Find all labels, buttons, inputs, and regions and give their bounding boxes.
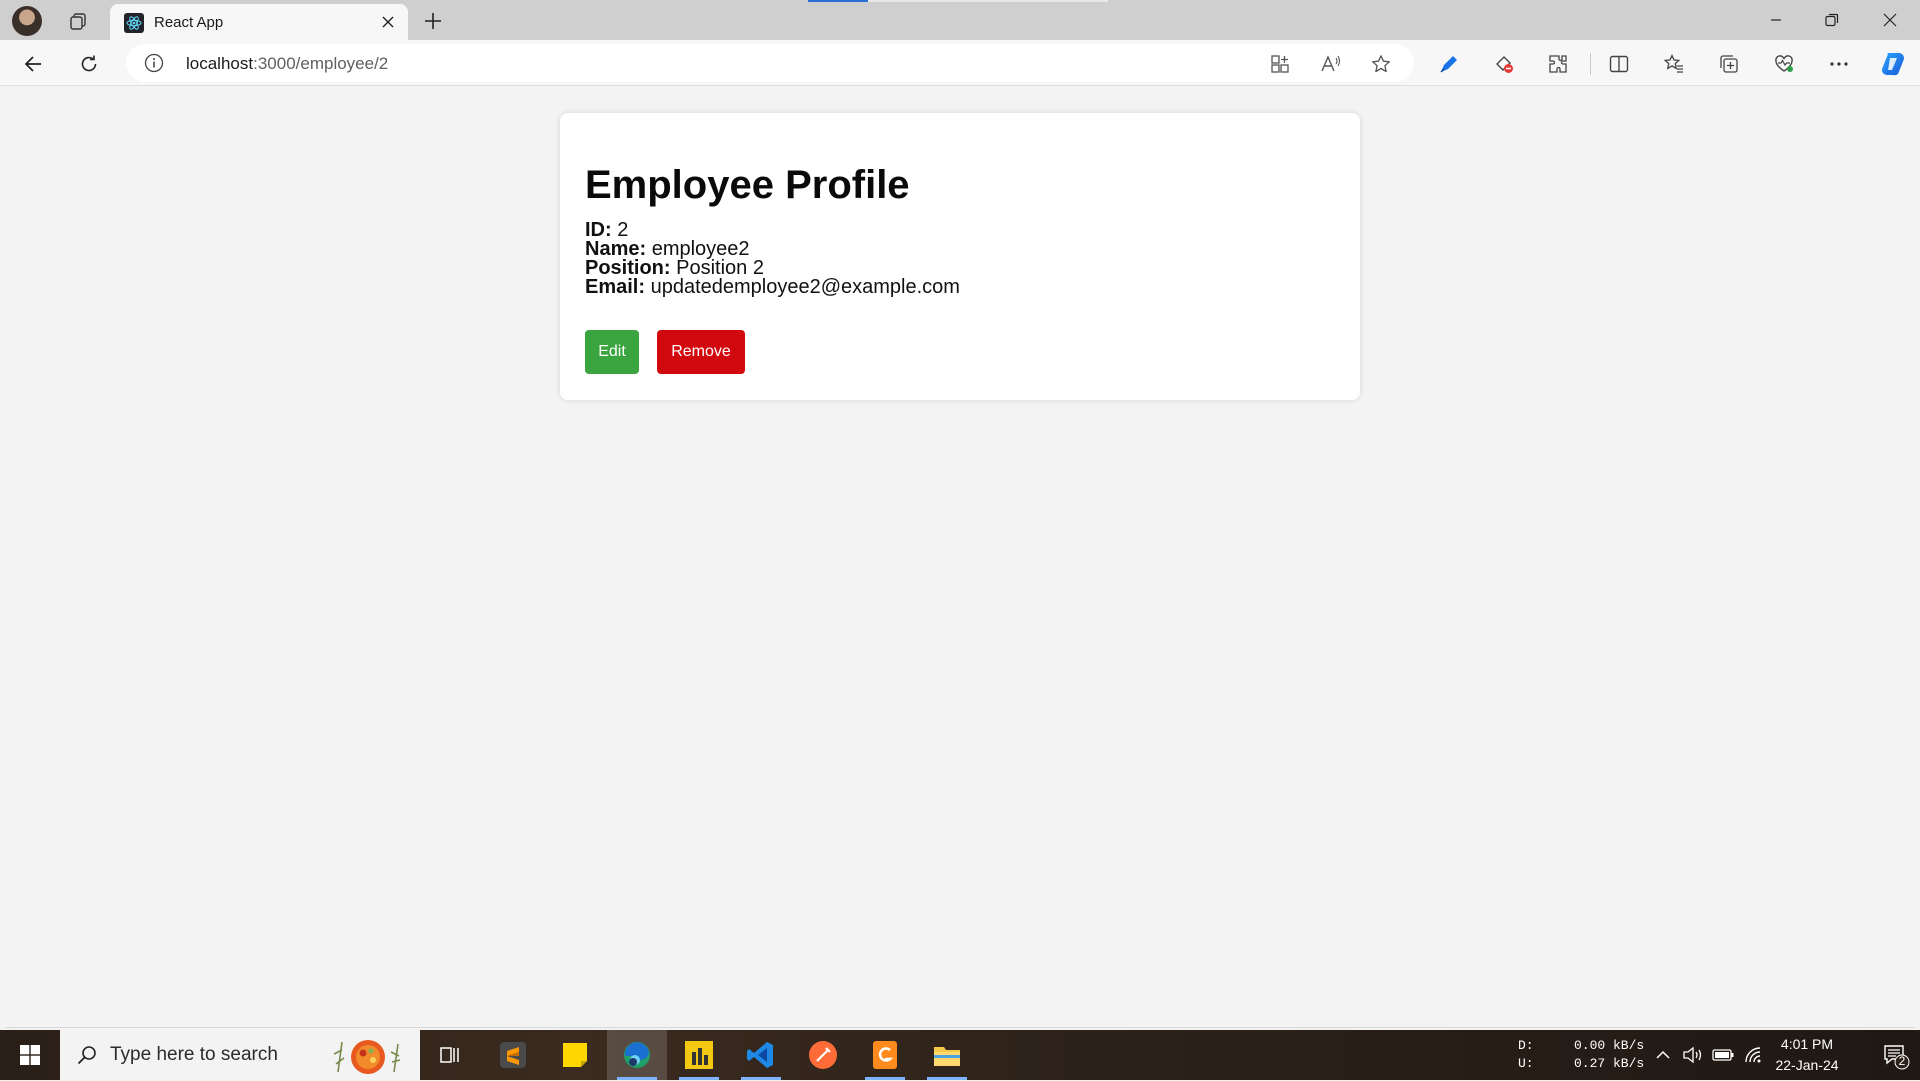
task-view-icon[interactable] [420, 1030, 480, 1080]
file-explorer-icon[interactable] [917, 1030, 977, 1080]
address-bar[interactable]: localhost:3000/employee/2 [126, 44, 1414, 82]
split-screen-icon[interactable] [1602, 47, 1636, 81]
viewport-border [5, 1027, 1915, 1028]
edit-button[interactable]: Edit [585, 330, 639, 374]
react-favicon [124, 13, 144, 33]
collections-icon[interactable] [1712, 47, 1746, 81]
page-title: Employee Profile [585, 163, 910, 207]
url-host: localhost [186, 54, 254, 73]
url-path: :3000/employee/2 [253, 54, 389, 73]
remove-button[interactable]: Remove [657, 330, 745, 374]
browser-essentials-icon[interactable] [1767, 47, 1801, 81]
search-icon [76, 1044, 98, 1066]
minimize-icon[interactable] [1754, 4, 1798, 36]
refresh-icon[interactable] [72, 47, 106, 81]
chevron-up-icon[interactable] [1652, 1045, 1674, 1065]
vscode-icon[interactable] [731, 1030, 791, 1080]
postman-icon[interactable] [793, 1030, 853, 1080]
browser-titlebar: React App [0, 0, 1920, 40]
sticky-notes-icon[interactable] [545, 1030, 605, 1080]
employee-profile-card: Employee Profile ID: 2 Name: employee2 P… [560, 113, 1360, 400]
favorite-star-icon[interactable] [1368, 51, 1394, 77]
restore-icon[interactable] [1810, 4, 1854, 36]
notification-icon[interactable]: 2 [1882, 1042, 1910, 1075]
close-icon[interactable] [378, 12, 398, 32]
taskbar-search[interactable]: Type here to search [60, 1030, 420, 1080]
field-email: Email: updatedemployee2@example.com [585, 276, 960, 299]
clock-time: 4:01 PM [1780, 1036, 1834, 1052]
read-aloud-icon[interactable] [1318, 51, 1344, 77]
pdf-app-icon[interactable] [855, 1030, 915, 1080]
back-icon[interactable] [17, 47, 51, 81]
volume-icon[interactable] [1682, 1045, 1704, 1065]
app-available-icon[interactable] [1267, 51, 1293, 77]
search-highlight-image [328, 1036, 408, 1076]
copilot-icon[interactable] [1876, 47, 1910, 81]
clock-date: 22-Jan-24 [1775, 1057, 1839, 1073]
search-placeholder: Type here to search [110, 1044, 278, 1065]
tab-title: React App [154, 14, 224, 31]
tracking-icon[interactable] [1487, 47, 1521, 81]
browser-toolbar: localhost:3000/employee/2 [0, 40, 1920, 86]
power-bi-icon[interactable] [669, 1030, 729, 1080]
windows-start-icon[interactable] [0, 1030, 60, 1080]
plus-icon[interactable] [418, 6, 448, 36]
page-viewport: Employee Profile ID: 2 Name: employee2 P… [5, 87, 1915, 1027]
field-email-label: Email: [585, 276, 646, 298]
net-up-value: 0.27 kB/s [1574, 1056, 1645, 1071]
net-down-label: D: [1518, 1038, 1534, 1053]
loading-indicator [808, 0, 1108, 2]
info-icon[interactable] [144, 53, 164, 73]
url-text[interactable]: localhost:3000/employee/2 [186, 54, 388, 74]
system-clock[interactable]: 4:01 PM 22-Jan-24 [1760, 1034, 1854, 1076]
toolbar-divider [1590, 53, 1591, 75]
profile-avatar[interactable] [12, 6, 42, 36]
sublime-text-icon[interactable] [483, 1030, 543, 1080]
net-down-value: 0.00 kB/s [1574, 1038, 1645, 1053]
close-window-icon[interactable] [1868, 4, 1912, 36]
battery-icon[interactable] [1712, 1045, 1734, 1065]
favorites-icon[interactable] [1657, 47, 1691, 81]
pen-icon[interactable] [1432, 47, 1466, 81]
tab-react-app[interactable]: React App [110, 4, 408, 40]
net-up-label: U: [1518, 1056, 1534, 1071]
field-email-value: updatedemployee2@example.com [645, 276, 960, 298]
edge-icon[interactable] [607, 1030, 667, 1080]
windows-taskbar: Type here to search D: U: 0.00 kB/s 0.27… [0, 1030, 1920, 1080]
more-icon[interactable] [1822, 47, 1856, 81]
notification-count: 2 [1898, 1054, 1906, 1068]
workspaces-icon[interactable] [62, 6, 94, 36]
extensions-icon[interactable] [1541, 47, 1575, 81]
